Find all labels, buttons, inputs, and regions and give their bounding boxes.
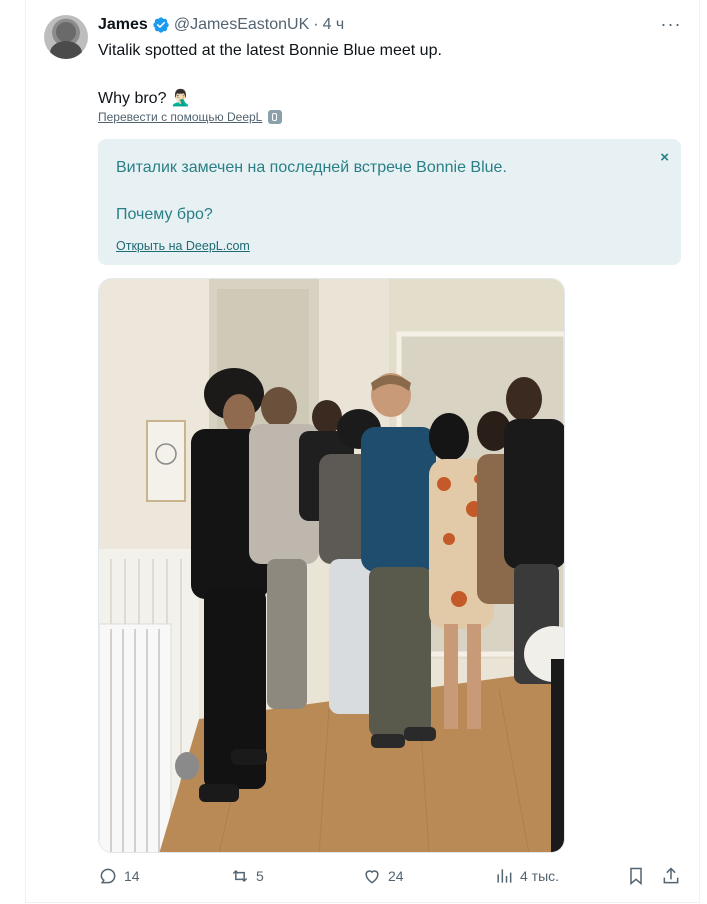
like-button[interactable]: 24 — [362, 866, 404, 886]
author-name[interactable]: James — [98, 16, 148, 34]
tweet-text-line: Vitalik spotted at the latest Bonnie Blu… — [98, 42, 442, 59]
heart-icon — [365, 870, 379, 884]
share-icon — [663, 867, 679, 884]
author-handle[interactable]: @JamesEastonUK — [174, 16, 309, 34]
bookmark-icon — [630, 867, 642, 886]
reply-icon — [100, 868, 116, 884]
share-button[interactable] — [661, 866, 681, 886]
reply-button[interactable]: 14 — [98, 866, 140, 886]
separator-dot: · — [313, 16, 319, 33]
views-button[interactable]: 4 тыс. — [494, 866, 559, 886]
action-bar: 14 5 24 4 тыс. — [0, 866, 707, 892]
bookmark-button[interactable] — [626, 866, 646, 886]
views-count: 4 тыс. — [520, 868, 560, 884]
like-count: 24 — [388, 868, 404, 884]
tweet-photo[interactable] — [98, 278, 565, 853]
verified-badge-icon — [153, 17, 169, 33]
translation-line: Почему бро? — [116, 206, 213, 223]
tweet-text-line: Why bro? 🤦🏻‍♂️ — [98, 90, 191, 107]
translate-link-label: Перевести с помощью DeepL — [98, 110, 263, 124]
deepl-icon — [268, 110, 283, 124]
translation-line: Виталик замечен на последней встрече Bon… — [116, 159, 507, 176]
tweet-text: Vitalik spotted at the latest Bonnie Blu… — [98, 40, 678, 110]
reply-count: 14 — [124, 868, 140, 884]
translation-panel: Виталик замечен на последней встрече Bon… — [98, 139, 681, 265]
repost-count: 5 — [256, 868, 264, 884]
close-icon[interactable]: × — [660, 149, 669, 166]
more-options-icon[interactable]: ··· — [661, 14, 681, 34]
views-icon — [497, 869, 512, 883]
repost-button[interactable]: 5 — [230, 866, 264, 886]
tweet-time[interactable]: 4 ч — [323, 16, 345, 34]
repost-icon — [232, 869, 248, 883]
tweet-header: James @JamesEastonUK · 4 ч — [98, 14, 344, 36]
open-deepl-link[interactable]: Открыть на DeepL.com — [116, 239, 250, 253]
translate-link[interactable]: Перевести с помощью DeepL — [98, 110, 283, 124]
photo-illustration — [99, 279, 564, 852]
avatar[interactable] — [44, 15, 88, 59]
